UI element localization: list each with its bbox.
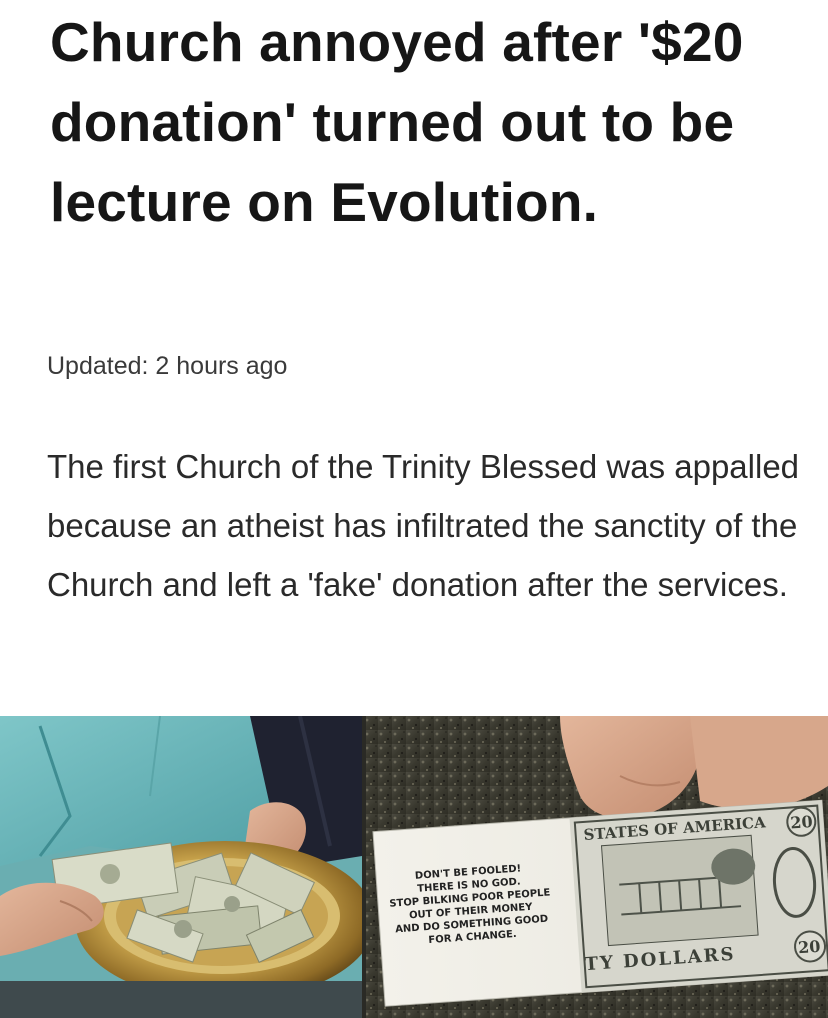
offering-plate-scene bbox=[0, 716, 375, 1018]
article-photo: STATES OF AMERICA 20 TY DOLLARS 20 DON'T… bbox=[0, 716, 828, 1018]
headline: Church annoyed after '$20 donation' turn… bbox=[50, 11, 744, 233]
bill-denomination-bottom: 20 bbox=[797, 937, 821, 958]
bill-denomination-top: 20 bbox=[790, 812, 814, 833]
fake-bill-scene: STATES OF AMERICA 20 TY DOLLARS 20 DON'T… bbox=[366, 716, 828, 1018]
article-body: The first Church of the Trinity Blessed … bbox=[47, 448, 800, 603]
updated-timestamp: Updated: 2 hours ago bbox=[47, 352, 288, 380]
photo-collage: STATES OF AMERICA 20 TY DOLLARS 20 DON'T… bbox=[0, 716, 828, 1018]
article: Church annoyed after '$20 donation' turn… bbox=[0, 0, 828, 700]
